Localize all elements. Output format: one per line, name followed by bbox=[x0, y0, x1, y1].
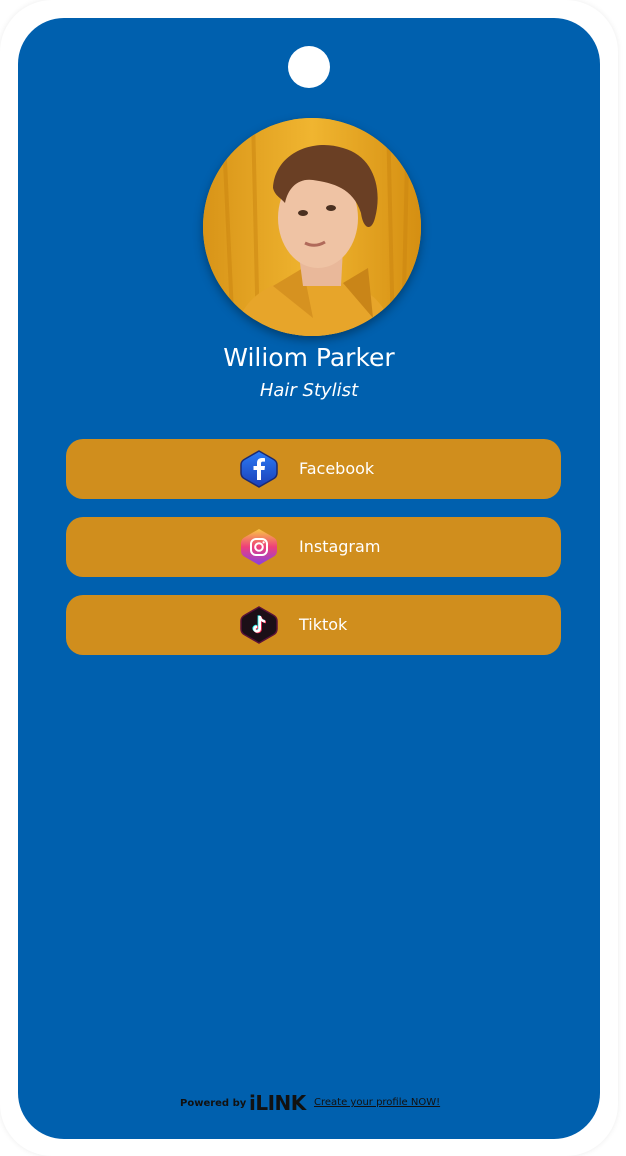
instagram-link-label: Instagram bbox=[299, 537, 381, 556]
footer: Powered by iLINK Create your profile NOW… bbox=[18, 1091, 600, 1117]
card-punch-hole bbox=[288, 46, 330, 88]
profile-name: Wiliom Parker bbox=[223, 343, 395, 372]
tiktok-icon bbox=[240, 606, 278, 644]
instagram-icon bbox=[240, 528, 278, 566]
instagram-link-button[interactable]: Instagram bbox=[66, 517, 561, 577]
profile-card: Wiliom Parker Hair Stylist Facebook Inst… bbox=[18, 18, 600, 1139]
facebook-link-label: Facebook bbox=[299, 459, 375, 478]
tiktok-link-label: Tiktok bbox=[299, 615, 348, 634]
facebook-link-button[interactable]: Facebook bbox=[66, 439, 561, 499]
avatar bbox=[203, 118, 421, 336]
phone-frame: Wiliom Parker Hair Stylist Facebook Inst… bbox=[0, 0, 618, 1156]
ilink-logo[interactable]: iLINK bbox=[249, 1091, 306, 1115]
facebook-icon bbox=[240, 450, 278, 488]
tiktok-link-button[interactable]: Tiktok bbox=[66, 595, 561, 655]
powered-by-text: Powered by bbox=[180, 1098, 247, 1109]
profile-title: Hair Stylist bbox=[259, 380, 359, 401]
create-profile-link[interactable]: Create your profile NOW! bbox=[314, 1097, 440, 1108]
